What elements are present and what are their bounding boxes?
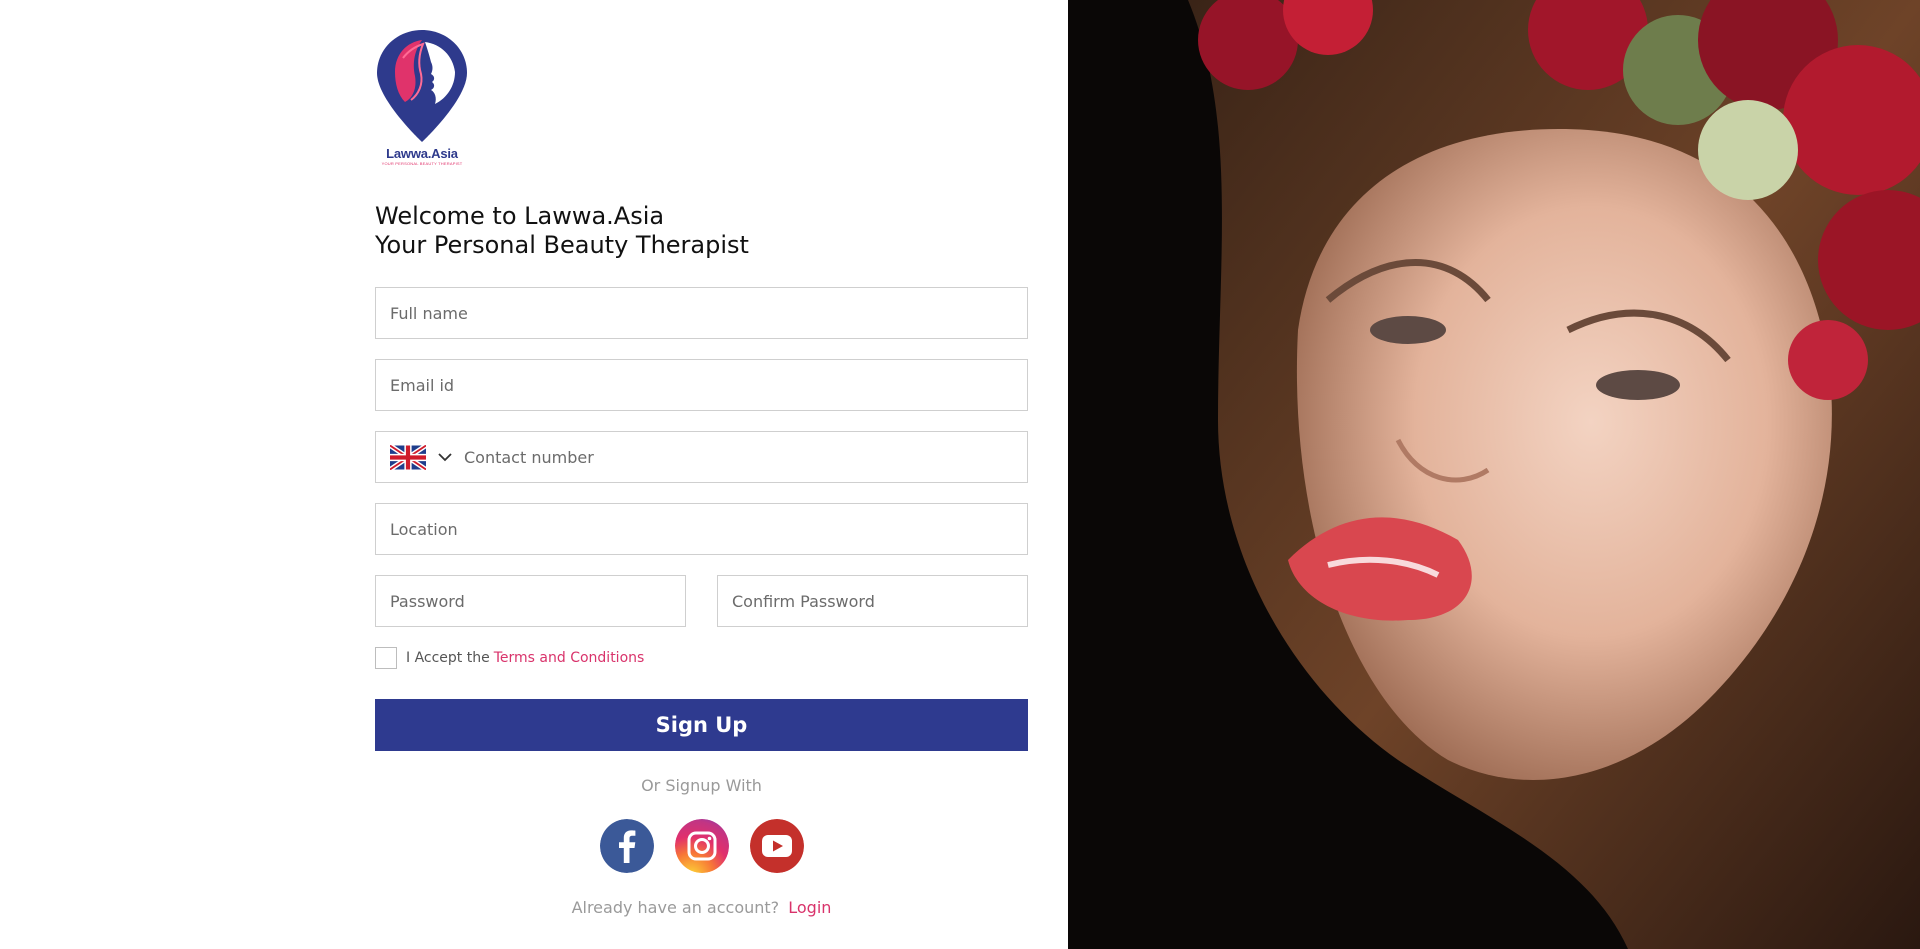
terms-prefix: I Accept the — [406, 650, 490, 666]
subtitle-line: Your Personal Beauty Therapist — [375, 231, 749, 259]
social-buttons — [375, 819, 1028, 873]
login-prompt: Already have an account? — [571, 898, 780, 917]
location-pin-logo-icon — [377, 30, 467, 142]
facebook-icon[interactable] — [599, 819, 654, 873]
location-field — [375, 503, 1028, 555]
signup-button[interactable]: Sign Up — [375, 699, 1028, 751]
email-input[interactable] — [390, 360, 1027, 410]
brand-name: Lawwa.Asia — [386, 146, 458, 161]
full-name-field — [375, 287, 1028, 339]
confirm-password-field — [717, 575, 1028, 627]
login-prompt-row: Already have an account? Login — [375, 898, 1028, 917]
beauty-model-photo — [1068, 0, 1920, 949]
contact-number-input[interactable] — [464, 432, 1027, 482]
location-input[interactable] — [390, 504, 1027, 554]
page-title: Welcome to Lawwa.Asia Your Personal Beau… — [375, 202, 749, 260]
confirm-password-input[interactable] — [732, 576, 1027, 626]
full-name-input[interactable] — [390, 288, 1027, 338]
login-link[interactable]: Login — [788, 898, 831, 917]
email-field — [375, 359, 1028, 411]
brand-tagline: YOUR PERSONAL BEAUTY THERAPIST — [381, 161, 463, 166]
instagram-icon[interactable] — [674, 819, 729, 873]
password-input[interactable] — [390, 576, 685, 626]
brand-logo: Lawwa.Asia YOUR PERSONAL BEAUTY THERAPIS… — [375, 28, 469, 168]
hero-image — [1068, 0, 1920, 949]
password-field — [375, 575, 686, 627]
uk-flag-icon[interactable] — [390, 444, 426, 470]
terms-checkbox[interactable] — [375, 647, 397, 669]
social-signup-label: Or Signup With — [641, 776, 762, 795]
contact-number-field — [375, 431, 1028, 483]
chevron-down-icon[interactable] — [436, 448, 454, 466]
terms-link[interactable]: Terms and Conditions — [494, 650, 645, 666]
terms-row: I Accept the Terms and Conditions — [375, 647, 644, 669]
signup-panel: Lawwa.Asia YOUR PERSONAL BEAUTY THERAPIS… — [0, 0, 1068, 949]
welcome-line: Welcome to Lawwa.Asia — [375, 202, 665, 230]
youtube-icon[interactable] — [749, 819, 804, 873]
